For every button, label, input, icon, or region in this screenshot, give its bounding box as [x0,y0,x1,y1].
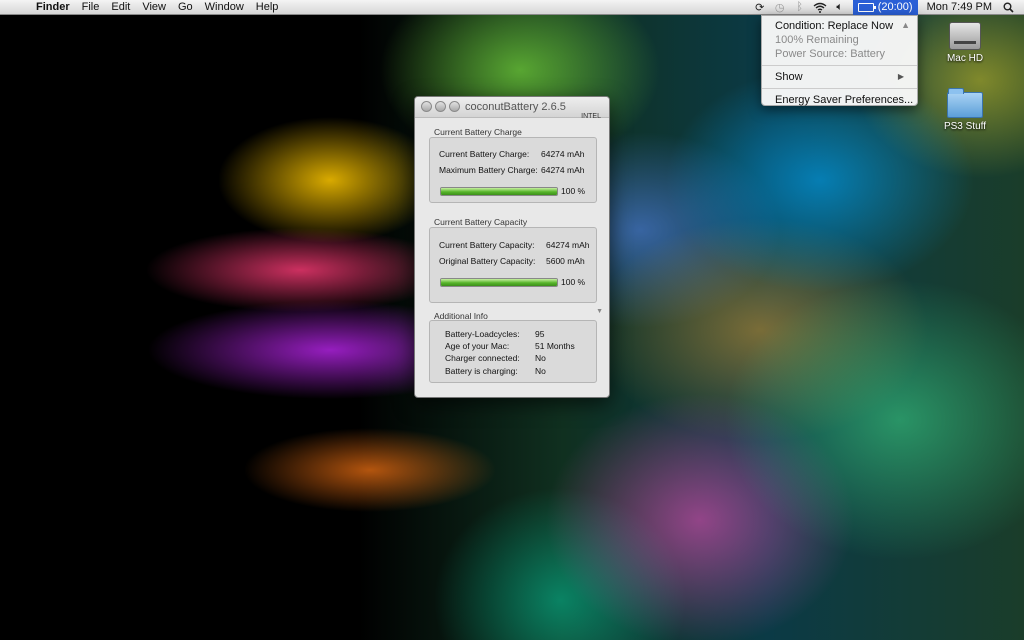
desktop-icon-label: Mac HD [946,53,984,64]
hard-drive-icon [949,22,981,50]
battery-status-menu[interactable]: (20:00) [852,0,918,15]
loadcycles-value: 95 [535,329,545,339]
intel-badge: INTEL [581,113,601,120]
charger-connected-label: Charger connected: [445,353,520,363]
menu-app-finder[interactable]: Finder [30,0,76,15]
spotlight-icon[interactable] [998,0,1018,15]
menu-clock[interactable]: Mon 7:49 PM [921,1,998,13]
section-capacity: Current Battery Capacity [434,217,528,227]
zoom-button[interactable] [449,101,460,112]
time-machine-icon[interactable]: ◷ [770,0,790,15]
coconutbattery-window: coconutBattery 2.6.5 INTEL Current Batte… [414,96,610,398]
menu-item-energy-saver[interactable]: Energy Saver Preferences... [762,93,917,107]
battery-time: (20:00) [877,1,913,13]
current-charge-label: Current Battery Charge: [439,149,530,159]
charge-progress-fill [441,188,557,195]
capacity-progress-fill [441,279,557,286]
max-charge-label: Maximum Battery Charge: [439,165,538,175]
battery-dropdown-menu: ▲ Condition: Replace Now 100% Remaining … [761,15,918,106]
folder-icon [947,88,983,118]
wifi-icon[interactable] [810,0,830,15]
disclosure-triangle-icon[interactable]: ▼ [596,308,603,315]
mac-age-label: Age of your Mac: [445,341,510,351]
menu-view[interactable]: View [136,0,172,15]
original-capacity-value: 5600 mAh [546,256,585,266]
charger-connected-value: No [535,353,546,363]
menu-help[interactable]: Help [250,0,285,15]
current-capacity-value: 64274 mAh [546,240,590,250]
menu-separator [762,65,917,66]
current-capacity-label: Current Battery Capacity: [439,240,535,250]
capacity-progress-bar [440,278,558,287]
desktop-icon-ps3-stuff[interactable]: PS3 Stuff [935,88,995,132]
max-charge-value: 64274 mAh [541,165,585,175]
capacity-group: Current Battery Capacity: 64274 mAh Orig… [429,227,597,303]
loadcycles-label: Battery-Loadcycles: [445,329,520,339]
desktop-icon-mac-hd[interactable]: Mac HD [935,22,995,64]
power-source: Power Source: Battery [775,48,886,60]
battery-condition: Condition: Replace Now [775,20,894,32]
charge-percent: 100 % [561,186,586,196]
minimize-button[interactable] [435,101,446,112]
menu-edit[interactable]: Edit [105,0,136,15]
menu-item-show[interactable]: Show ▶ [762,70,917,84]
section-current-charge: Current Battery Charge [434,127,522,137]
battery-charging-value: No [535,366,546,376]
current-charge-value: 64274 mAh [541,149,585,159]
current-charge-group: Current Battery Charge: 64274 mAh Maximu… [429,137,597,203]
mac-age-value: 51 Months [535,341,575,351]
battery-charging-label: Battery is charging: [445,366,518,376]
menu-item-show-label: Show [775,71,803,83]
sync-icon[interactable]: ⟳ [750,0,770,15]
battery-icon [857,2,876,12]
desktop-icon-label: PS3 Stuff [943,121,987,132]
battery-remaining: 100% Remaining [775,34,859,46]
bluetooth-icon[interactable]: ᛒ [790,0,810,15]
additional-info-group: Battery-Loadcycles: 95 Age of your Mac: … [429,320,597,383]
close-button[interactable] [421,101,432,112]
window-titlebar[interactable]: coconutBattery 2.6.5 [415,97,609,118]
menu-file[interactable]: File [76,0,106,15]
original-capacity-label: Original Battery Capacity: [439,256,536,266]
charge-progress-bar [440,187,558,196]
capacity-percent: 100 % [561,277,586,287]
menu-bar: Finder File Edit View Go Window Help ⟳ ◷… [0,0,1024,15]
window-title: coconutBattery 2.6.5 [465,101,566,113]
submenu-arrow-icon: ▶ [897,72,904,81]
menu-go[interactable]: Go [172,0,199,15]
volume-icon[interactable]: 🔈︎ [830,0,850,15]
menu-window[interactable]: Window [199,0,250,15]
menu-separator [762,88,917,89]
